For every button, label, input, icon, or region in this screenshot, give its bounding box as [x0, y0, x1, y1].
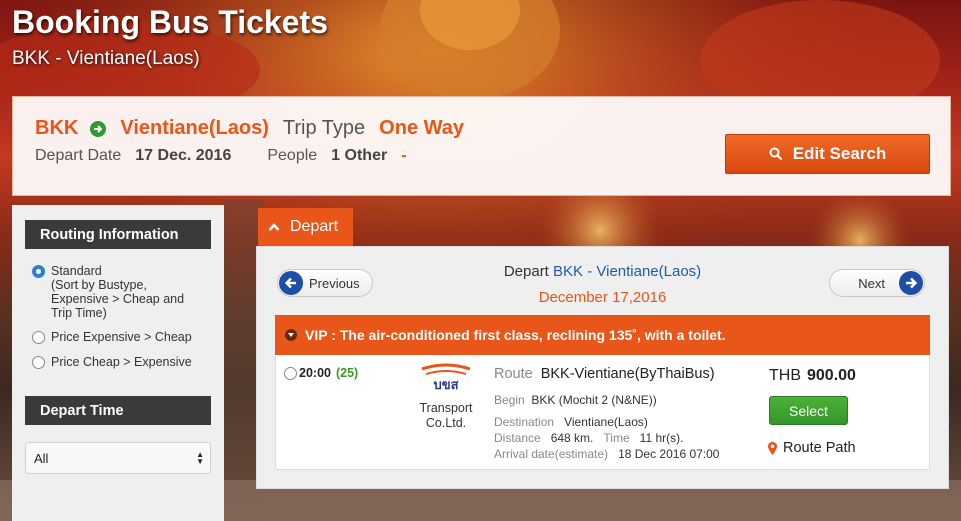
route-path-link[interactable]: Route Path	[767, 440, 856, 456]
trip-type-value: One Way	[379, 117, 465, 139]
results-heading-route: BKK - Vientiane(Laos)	[553, 263, 702, 280]
page-title: Booking Bus Tickets	[12, 4, 328, 40]
svg-text:บขส: บขส	[433, 378, 458, 393]
bus-company-name: Transport Co.Ltd.	[406, 401, 486, 431]
sort-option-label: Standard	[51, 264, 102, 278]
depart-date-label: Depart Date	[35, 147, 122, 164]
arrow-right-icon	[899, 271, 923, 295]
distance-value: 648 km.	[550, 431, 594, 445]
price-amount: 900.00	[807, 367, 856, 384]
trip-time-option[interactable]: 20:00 (25)	[284, 366, 358, 380]
select-trip-button[interactable]: Select	[769, 396, 848, 425]
previous-day-label: Previous	[309, 275, 360, 291]
previous-day-button[interactable]: Previous	[277, 269, 373, 297]
begin-value: BKK (Mochit 2 (N&NE))	[531, 393, 657, 407]
depart-time-select[interactable]: All ▲ ▼	[25, 442, 211, 474]
radio-button[interactable]	[32, 331, 45, 344]
routing-information-header: Routing Information	[25, 220, 211, 249]
departure-time: 20:00	[299, 366, 331, 380]
arrival-value: 18 Dec 2016 07:00	[618, 447, 720, 461]
results-heading-prefix: Depart	[503, 263, 549, 280]
radio-button-checked[interactable]	[32, 265, 45, 278]
route-label: Route	[494, 366, 533, 382]
arrival-detail: Arrival date(estimate) 18 Dec 2016 07:00	[494, 447, 719, 461]
sort-option-price-cheap-expensive[interactable]: Price Cheap > Expensive	[32, 355, 192, 369]
distance-label: Distance	[494, 431, 541, 445]
radio-button[interactable]	[32, 356, 45, 369]
tab-depart[interactable]: Depart	[258, 208, 353, 246]
route-path-label: Route Path	[783, 440, 856, 456]
destination-label: Destination	[494, 415, 555, 429]
company-name-line: Co.Ltd.	[425, 416, 467, 430]
begin-label: Begin	[494, 393, 525, 407]
sort-option-label: Price Expensive > Cheap	[51, 330, 192, 344]
select-caret-icon: ▲ ▼	[196, 450, 204, 466]
people-suffix: -	[401, 147, 407, 164]
trip-result-card: 20:00 (25) บขส Transport Co.Ltd. Route BK…	[275, 355, 930, 470]
trip-details-row: Depart Date 17 Dec. 2016 People 1 Other …	[35, 147, 407, 165]
arrow-right-icon	[90, 120, 107, 137]
origin-label: BKK	[35, 117, 79, 139]
chevron-up-icon	[268, 223, 280, 231]
begin-detail: Begin BKK (Mochit 2 (N&NE))	[494, 393, 657, 407]
available-seats: (25)	[335, 366, 359, 380]
depart-date-value: 17 Dec. 2016	[135, 147, 232, 164]
edit-search-label: Edit Search	[792, 144, 887, 163]
sort-option-detail: (Sort by Bustype, Expensive > Cheap and …	[51, 278, 185, 320]
next-day-label: Next	[858, 275, 885, 291]
bus-class-banner[interactable]: VIP : The air-conditioned first class, r…	[275, 315, 930, 355]
arrival-label: Arrival date(estimate)	[494, 447, 609, 461]
destination-detail: Destination Vientiane(Laos)	[494, 415, 648, 429]
price-currency: THB	[769, 367, 801, 384]
sort-option-price-expensive-cheap[interactable]: Price Expensive > Cheap	[32, 330, 192, 344]
bus-company-logo: บขส	[421, 363, 471, 393]
map-pin-icon	[768, 441, 777, 455]
search-summary-panel: BKK Vientiane(Laos) Trip Type One Way De…	[12, 96, 951, 196]
duration-value: 11 hr(s).	[639, 431, 684, 445]
bus-class-description: VIP : The air-conditioned first class, r…	[305, 327, 726, 343]
next-day-button[interactable]: Next	[829, 269, 925, 297]
page-subtitle: BKK - Vientiane(Laos)	[12, 48, 200, 69]
people-label: People	[267, 147, 318, 164]
duration-label: Time	[603, 431, 630, 445]
radio-button[interactable]	[284, 366, 297, 380]
sort-option-standard[interactable]: Standard (Sort by Bustype, Expensive > C…	[32, 264, 201, 320]
people-value: 1 Other	[331, 147, 388, 164]
results-panel: Depart BKK - Vientiane(Laos) December 17…	[256, 246, 949, 489]
company-name-line: Transport	[419, 401, 473, 415]
destination-value: Vientiane(Laos)	[564, 415, 648, 429]
sort-option-label: Price Cheap > Expensive	[51, 355, 192, 369]
tab-depart-label: Depart	[290, 218, 339, 235]
collapse-toggle-icon	[285, 329, 297, 341]
arrow-left-icon	[279, 271, 303, 295]
trip-summary-row: BKK Vientiane(Laos) Trip Type One Way	[35, 117, 464, 140]
destination-label: Vientiane(Laos)	[120, 117, 269, 139]
trip-type-label: Trip Type	[282, 117, 366, 139]
distance-detail: Distance 648 km. Time 11 hr(s).	[494, 431, 683, 445]
filter-sidebar: Routing Information Standard (Sort by Bu…	[12, 205, 224, 521]
ticket-price: THB 900.00	[769, 367, 856, 385]
route-detail: Route BKK-Vientiane(ByThaiBus)	[494, 366, 715, 382]
edit-search-button[interactable]: Edit Search	[725, 134, 930, 174]
depart-time-header: Depart Time	[25, 396, 211, 425]
search-icon	[769, 147, 782, 161]
depart-time-selected-value: All	[34, 450, 49, 466]
route-value: BKK-Vientiane(ByThaiBus)	[540, 366, 715, 382]
